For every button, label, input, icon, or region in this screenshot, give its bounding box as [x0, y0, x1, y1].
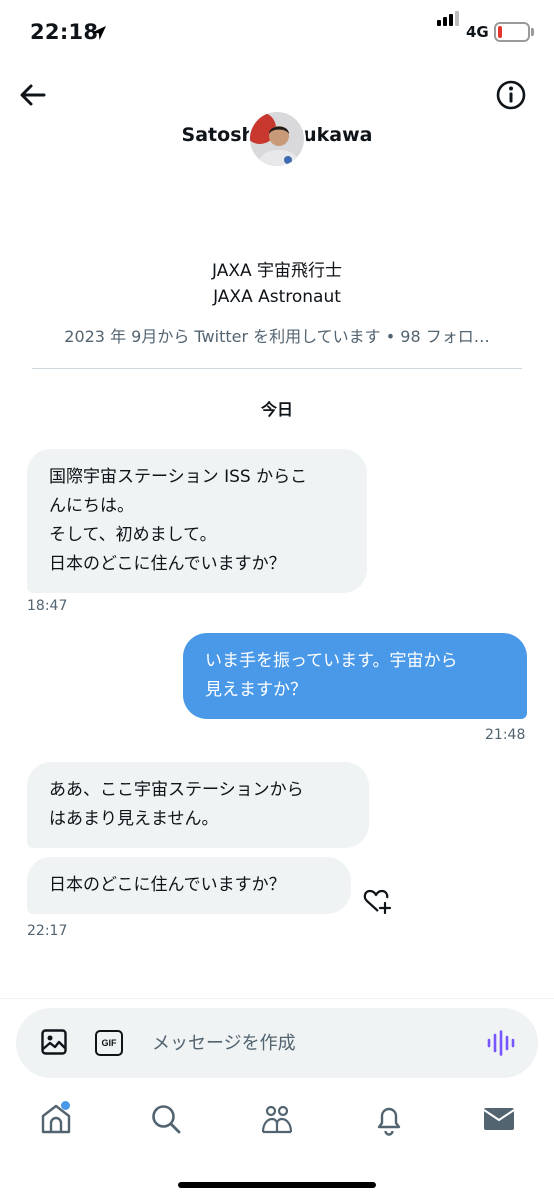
home-indicator[interactable] [178, 1182, 376, 1188]
message-time: 21:48 [485, 727, 526, 743]
day-label: 今日 [260, 400, 293, 419]
location-arrow-icon [92, 26, 106, 40]
divider [32, 368, 522, 369]
profile-bio: JAXA 宇宙飛行士 JAXA Astronaut [0, 258, 554, 310]
gif-button[interactable]: GIF [95, 1030, 123, 1056]
message-time: 18:47 [27, 598, 68, 614]
heart-plus-icon[interactable] [362, 888, 392, 916]
join-info[interactable]: 2023 年 9月から Twitter を利用しています • 98 フォロ… [0, 323, 554, 347]
communities-icon[interactable] [260, 1102, 294, 1136]
avatar[interactable] [248, 110, 306, 168]
battery-tip [531, 28, 534, 36]
bio-line-2: JAXA Astronaut [213, 287, 341, 307]
status-bar: 22:18 4G [0, 0, 554, 66]
message-composer: GIF [16, 1008, 538, 1078]
info-icon[interactable] [494, 78, 528, 112]
message-bubble-received[interactable]: ああ、ここ宇宙ステーションから はあまり見えません。 [27, 762, 369, 848]
mail-icon[interactable] [482, 1102, 516, 1136]
bell-icon[interactable] [372, 1102, 406, 1136]
status-time: 22:18 [30, 20, 99, 44]
message-time: 22:17 [27, 923, 68, 939]
tab-bar [0, 1092, 554, 1156]
message-bubble-received[interactable]: 国際宇宙ステーション ISS からこ んにちは。 そして、初めまして。 日本のど… [27, 449, 367, 593]
astronaut-photo [250, 112, 304, 166]
search-icon[interactable] [149, 1102, 183, 1136]
bio-line-1: JAXA 宇宙飛行士 [211, 261, 343, 281]
battery-icon [494, 22, 530, 42]
voice-wave-icon[interactable] [486, 1030, 516, 1056]
composer-separator [0, 998, 554, 999]
message-input[interactable] [152, 1026, 462, 1060]
image-icon[interactable] [40, 1028, 68, 1056]
notification-dot [61, 1101, 70, 1110]
message-bubble-sent[interactable]: いま手を振っています。宇宙から 見えますか？ [183, 633, 527, 719]
network-type: 4G [466, 23, 489, 41]
message-bubble-received[interactable]: 日本のどこに住んでいますか？ [27, 857, 351, 914]
back-arrow-icon[interactable] [16, 78, 50, 112]
